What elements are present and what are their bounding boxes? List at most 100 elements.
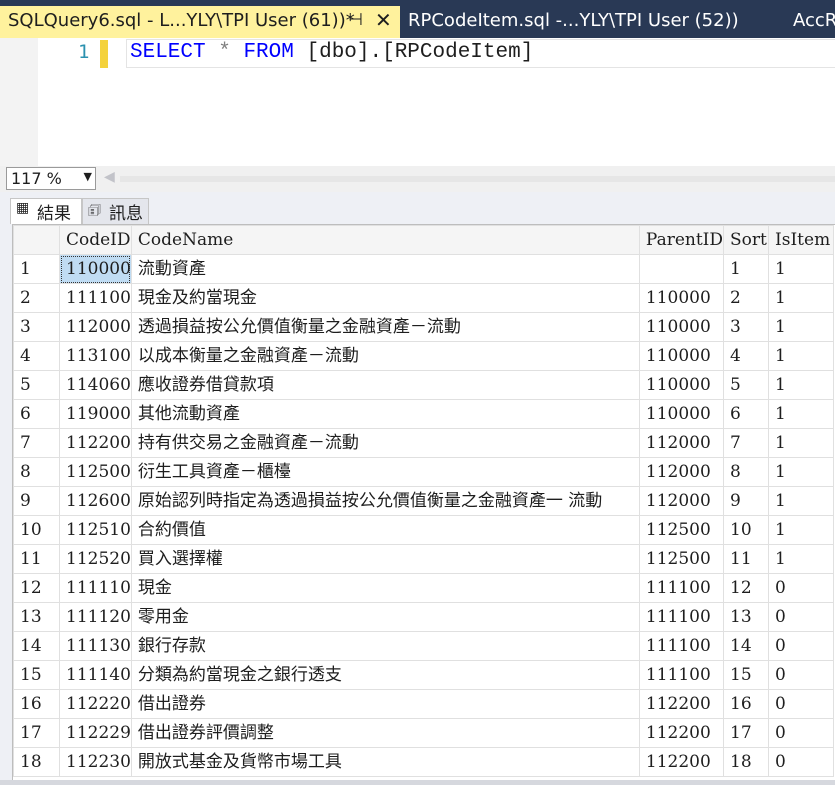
cell-isitem[interactable]: 0 <box>768 602 835 632</box>
cell-isitem[interactable]: 0 <box>768 660 835 690</box>
cell-rownum[interactable]: 15 <box>13 660 60 690</box>
cell-parentid[interactable]: 110000 <box>638 312 725 342</box>
column-header-isitem[interactable]: IsItem <box>768 225 835 255</box>
cell-sort[interactable]: 1 <box>723 254 770 284</box>
zoom-dropdown[interactable]: 117 % ▼ <box>6 167 96 190</box>
cell-rownum[interactable]: 16 <box>13 689 60 719</box>
cell-sort[interactable]: 8 <box>723 457 770 487</box>
pin-icon[interactable]: ⊣ <box>348 10 363 30</box>
table-row[interactable]: 11 112520 買入選擇權 112500 11 1 <box>13 544 835 574</box>
cell-isitem[interactable]: 1 <box>768 312 835 342</box>
cell-codeid[interactable]: 112230 <box>59 747 132 777</box>
cell-parentid[interactable]: 112500 <box>638 515 725 545</box>
cell-sort[interactable]: 13 <box>723 602 770 632</box>
cell-codeid[interactable]: 112000 <box>59 312 132 342</box>
chevron-down-icon[interactable]: ▼ <box>84 170 92 183</box>
cell-codename[interactable]: 開放式基金及貨幣市場工具 <box>130 747 640 777</box>
cell-rownum[interactable]: 14 <box>13 631 60 661</box>
table-row[interactable]: 5 114060 應收證券借貸款項 110000 5 1 <box>13 370 835 400</box>
cell-parentid[interactable]: 112200 <box>638 689 725 719</box>
cell-codeid[interactable]: 112600 <box>59 486 132 516</box>
close-icon[interactable]: ✕ <box>375 8 392 32</box>
cell-sort[interactable]: 2 <box>723 283 770 313</box>
cell-parentid[interactable]: 111100 <box>638 660 725 690</box>
column-header-rownum[interactable] <box>13 225 60 255</box>
scroll-left-icon[interactable]: ◀ <box>104 169 115 185</box>
cell-codename[interactable]: 借出證券 <box>130 689 640 719</box>
cell-codeid[interactable]: 111110 <box>59 573 132 603</box>
cell-codename[interactable]: 借出證券評價調整 <box>130 718 640 748</box>
cell-codeid[interactable]: 112200 <box>59 428 132 458</box>
cell-codename[interactable]: 合約價值 <box>130 515 640 545</box>
query-editor[interactable]: 1 SELECT * FROM [dbo].[RPCodeItem] <box>0 38 835 166</box>
cell-rownum[interactable]: 17 <box>13 718 60 748</box>
cell-rownum[interactable]: 13 <box>13 602 60 632</box>
cell-rownum[interactable]: 18 <box>13 747 60 777</box>
cell-codeid[interactable]: 111120 <box>59 602 132 632</box>
cell-sort[interactable]: 9 <box>723 486 770 516</box>
table-row[interactable]: 16 112220 借出證券 112200 16 0 <box>13 689 835 719</box>
cell-isitem[interactable]: 1 <box>768 428 835 458</box>
table-row[interactable]: 15 111140 分類為約當現金之銀行透支 111100 15 0 <box>13 660 835 690</box>
cell-parentid[interactable]: 110000 <box>638 370 725 400</box>
cell-rownum[interactable]: 6 <box>13 399 60 429</box>
cell-codeid[interactable]: 111100 <box>59 283 132 313</box>
cell-isitem[interactable]: 1 <box>768 370 835 400</box>
cell-codeid[interactable]: 111140 <box>59 660 132 690</box>
cell-sort[interactable]: 5 <box>723 370 770 400</box>
cell-parentid[interactable]: 111100 <box>638 602 725 632</box>
cell-parentid[interactable]: 112000 <box>638 457 725 487</box>
table-row[interactable]: 17 112229 借出證券評價調整 112200 17 0 <box>13 718 835 748</box>
cell-parentid[interactable]: 110000 <box>638 399 725 429</box>
tab-messages[interactable]: 🗊 訊息 <box>82 198 149 224</box>
cell-codename[interactable]: 分類為約當現金之銀行透支 <box>130 660 640 690</box>
cell-sort[interactable]: 14 <box>723 631 770 661</box>
cell-codeid[interactable]: 114060 <box>59 370 132 400</box>
cell-codeid[interactable]: 112500 <box>59 457 132 487</box>
cell-codename[interactable]: 以成本衡量之金融資產－流動 <box>130 341 640 371</box>
cell-sort[interactable]: 18 <box>723 747 770 777</box>
cell-isitem[interactable]: 1 <box>768 283 835 313</box>
cell-codename[interactable]: 其他流動資產 <box>130 399 640 429</box>
cell-isitem[interactable]: 1 <box>768 515 835 545</box>
cell-codeid[interactable]: 112229 <box>59 718 132 748</box>
cell-isitem[interactable]: 0 <box>768 573 835 603</box>
cell-rownum[interactable]: 1 <box>13 254 60 284</box>
tab-rpcodeitem[interactable]: RPCodeItem.sql -...YLY\TPI User (52)) <box>400 6 770 38</box>
table-row[interactable]: 13 111120 零用金 111100 13 0 <box>13 602 835 632</box>
cell-rownum[interactable]: 9 <box>13 486 60 516</box>
cell-sort[interactable]: 3 <box>723 312 770 342</box>
column-header-sort[interactable]: Sort <box>723 225 770 255</box>
cell-parentid[interactable]: 111100 <box>638 573 725 603</box>
cell-sort[interactable]: 12 <box>723 573 770 603</box>
cell-parentid[interactable]: 111100 <box>638 631 725 661</box>
cell-codename[interactable]: 銀行存款 <box>130 631 640 661</box>
cell-isitem[interactable]: 0 <box>768 747 835 777</box>
cell-sort[interactable]: 7 <box>723 428 770 458</box>
table-row[interactable]: 2 111100 現金及約當現金 110000 2 1 <box>13 283 835 313</box>
cell-sort[interactable]: 16 <box>723 689 770 719</box>
cell-rownum[interactable]: 11 <box>13 544 60 574</box>
cell-codename[interactable]: 應收證券借貸款項 <box>130 370 640 400</box>
cell-rownum[interactable]: 10 <box>13 515 60 545</box>
table-row[interactable]: 7 112200 持有供交易之金融資產－流動 112000 7 1 <box>13 428 835 458</box>
table-row[interactable]: 6 119000 其他流動資產 110000 6 1 <box>13 399 835 429</box>
cell-isitem[interactable]: 1 <box>768 544 835 574</box>
cell-codename[interactable]: 現金 <box>130 573 640 603</box>
cell-sort[interactable]: 15 <box>723 660 770 690</box>
cell-codename[interactable]: 衍生工具資產－櫃檯 <box>130 457 640 487</box>
tab-accr[interactable]: AccR <box>785 6 835 38</box>
cell-isitem[interactable]: 1 <box>768 399 835 429</box>
code-line[interactable]: SELECT * FROM [dbo].[RPCodeItem] <box>130 41 533 64</box>
cell-isitem[interactable]: 1 <box>768 254 835 284</box>
cell-rownum[interactable]: 5 <box>13 370 60 400</box>
cell-parentid[interactable]: 112000 <box>638 428 725 458</box>
cell-rownum[interactable]: 4 <box>13 341 60 371</box>
cell-rownum[interactable]: 3 <box>13 312 60 342</box>
table-row[interactable]: 1 110000 流動資產 1 1 <box>13 254 835 284</box>
cell-sort[interactable]: 6 <box>723 399 770 429</box>
column-header-codeid[interactable]: CodeID <box>59 225 132 255</box>
cell-codename[interactable]: 原始認列時指定為透過損益按公允價值衡量之金融資產一 流動 <box>130 486 640 516</box>
cell-codeid[interactable]: 112510 <box>59 515 132 545</box>
cell-codename[interactable]: 零用金 <box>130 602 640 632</box>
